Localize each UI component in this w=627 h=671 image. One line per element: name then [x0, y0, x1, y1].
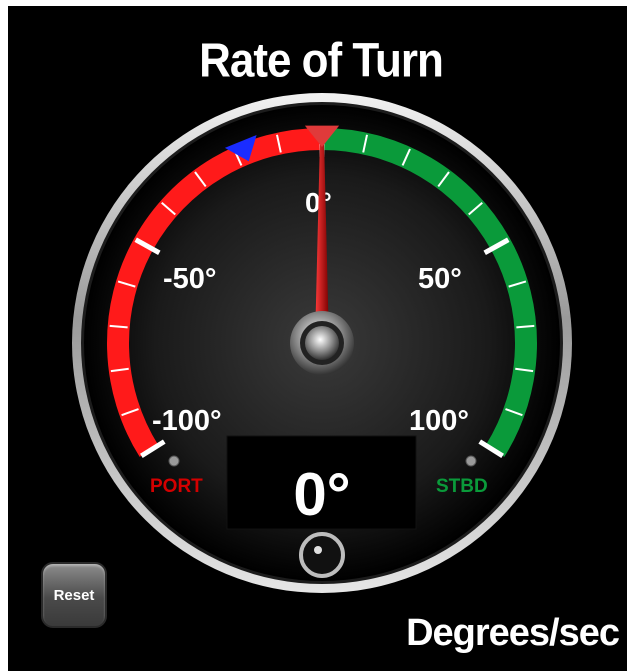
stbd-label: STBD: [436, 476, 488, 497]
units-label: Degrees/sec: [406, 612, 620, 654]
digital-readout: 0°: [293, 461, 350, 528]
scale-label-minus-50: -50°: [163, 263, 217, 295]
port-indicator-lamp: [168, 455, 180, 467]
scale-label-plus-100: 100°: [409, 405, 469, 437]
reset-button[interactable]: Reset: [41, 562, 107, 628]
rate-of-turn-panel: Rate of Turn 0° -50° 50° -100° 100° PORT…: [8, 6, 627, 671]
port-label: PORT: [150, 476, 203, 497]
adjust-knob-icon[interactable]: [299, 532, 345, 578]
scale-label-plus-50: 50°: [418, 263, 462, 295]
stbd-indicator-lamp: [465, 455, 477, 467]
adjust-knob-highlight: [314, 546, 322, 554]
needle-hub-cap: [305, 326, 339, 360]
scale-label-minus-100: -100°: [152, 405, 222, 437]
